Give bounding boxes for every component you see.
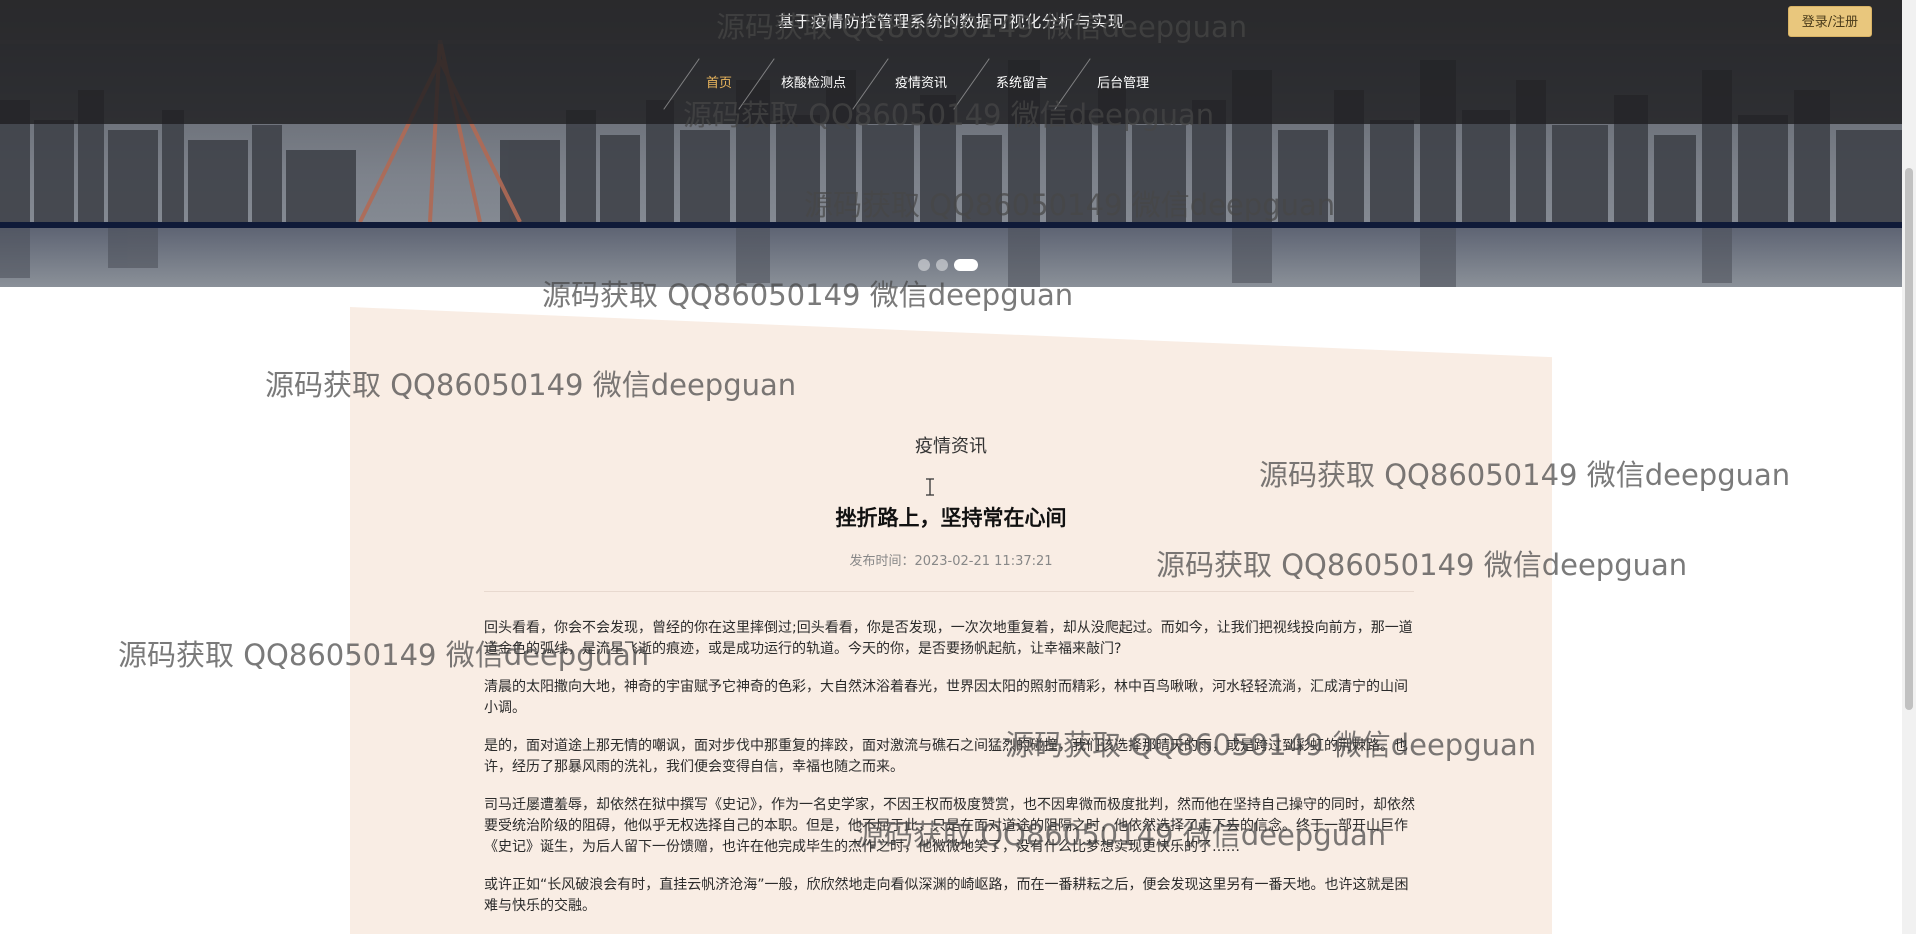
article-paragraph: 是的，面对道途上那无情的嘲讽，面对步伐中那重复的摔跤，面对激流与礁石之间猛烈的碰… bbox=[484, 738, 1408, 775]
nav-item-epidemic-news[interactable]: 疫情资讯 bbox=[867, 44, 975, 124]
nav-item-testing-sites[interactable]: 核酸检测点 bbox=[753, 44, 874, 124]
login-register-button[interactable]: 登录/注册 bbox=[1788, 6, 1872, 37]
publish-info: 发布时间：2023-02-21 11:37:21 bbox=[350, 550, 1552, 569]
site-title: 基于疫情防控管理系统的数据可视化分析与实现 bbox=[777, 12, 1125, 31]
article-paragraph: 清晨的太阳撒向大地，神奇的宇宙赋予它神奇的色彩，大自然沐浴着春光，世界因太阳的照… bbox=[484, 679, 1408, 716]
article-paragraph: 回头看看，你会不会发现，曾经的你在这里摔倒过;回头看看，你是否发现，一次次地重复… bbox=[484, 620, 1413, 657]
main-nav: 首页 核酸检测点 疫情资讯 系统留言 后台管理 bbox=[0, 44, 1902, 124]
article-paragraph: 司马迁屡遭羞辱，却依然在狱中撰写《史记》，作为一名史学家，不因王权而极度赞赏，也… bbox=[484, 797, 1415, 855]
hero-banner: 基于疫情防控管理系统的数据可视化分析与实现 登录/注册 首页 核酸检测点 疫情资… bbox=[0, 0, 1902, 287]
nav-item-home[interactable]: 首页 bbox=[678, 44, 760, 124]
section-title: 疫情资讯 bbox=[915, 436, 987, 457]
article-title: 挫折路上，坚持常在心间 bbox=[835, 506, 1067, 530]
title-divider bbox=[484, 591, 1414, 592]
carousel-dot-active[interactable] bbox=[954, 259, 978, 271]
scrollbar-thumb[interactable] bbox=[1905, 168, 1913, 710]
publish-label: 发布时间： bbox=[849, 554, 915, 569]
top-bar: 基于疫情防控管理系统的数据可视化分析与实现 登录/注册 bbox=[0, 0, 1902, 44]
text-cursor-icon bbox=[926, 478, 934, 496]
article-body: 回头看看，你会不会发现，曾经的你在这里摔倒过;回头看看，你是否发现，一次次地重复… bbox=[484, 618, 1416, 934]
carousel-dot[interactable] bbox=[936, 259, 948, 271]
publish-time: 2023-02-21 11:37:21 bbox=[914, 554, 1053, 569]
article-paragraph: 或许正如“长风破浪会有时，直挂云帆济沧海”一般，欣欣然地走向看似深渊的崎岖路，而… bbox=[484, 877, 1409, 914]
page-scrollbar[interactable] bbox=[1902, 0, 1916, 934]
nav-item-messages[interactable]: 系统留言 bbox=[968, 44, 1076, 124]
carousel-dot[interactable] bbox=[918, 259, 930, 271]
nav-item-admin[interactable]: 后台管理 bbox=[1069, 44, 1177, 124]
carousel-indicators bbox=[918, 259, 978, 271]
